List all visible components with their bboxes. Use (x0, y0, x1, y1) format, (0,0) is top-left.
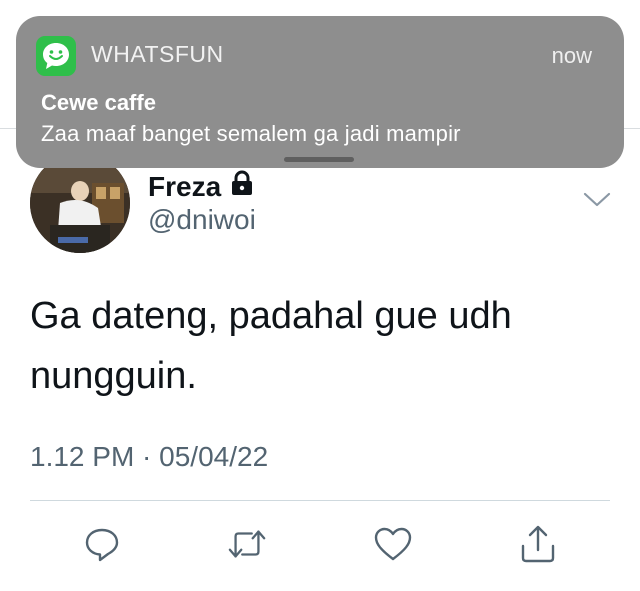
notification-banner[interactable]: WHATSFUN now Cewe caffe Zaa maaf banget … (16, 16, 624, 168)
retweet-icon (228, 530, 266, 558)
avatar[interactable] (30, 153, 130, 253)
heart-icon (374, 527, 412, 561)
notification-grabber[interactable] (284, 157, 354, 162)
retweet-button[interactable] (227, 524, 267, 564)
chevron-down-icon[interactable] (582, 190, 612, 215)
reply-icon (85, 528, 119, 562)
tweet-timestamp[interactable]: 1.12 PM · 05/04/22 (30, 441, 268, 473)
author-name[interactable]: Freza (148, 170, 255, 203)
reply-button[interactable] (82, 524, 122, 564)
whatsapp-smile-icon (36, 36, 76, 76)
share-button[interactable] (518, 524, 558, 564)
actions-divider (30, 500, 610, 501)
notification-app-name: WHATSFUN (91, 41, 224, 67)
lock-icon (229, 170, 255, 203)
tweet-text: Ga dateng, padahal gue udh nungguin. (30, 295, 512, 397)
notification-time: now (551, 43, 592, 68)
author-name-text: Freza (148, 170, 222, 202)
notification-title: Cewe caffe (41, 90, 156, 115)
notification-body: Zaa maaf banget semalem ga jadi mampir (41, 121, 461, 146)
author-handle[interactable]: @dniwoi (148, 204, 256, 236)
like-button[interactable] (373, 524, 413, 564)
share-icon (521, 525, 555, 563)
